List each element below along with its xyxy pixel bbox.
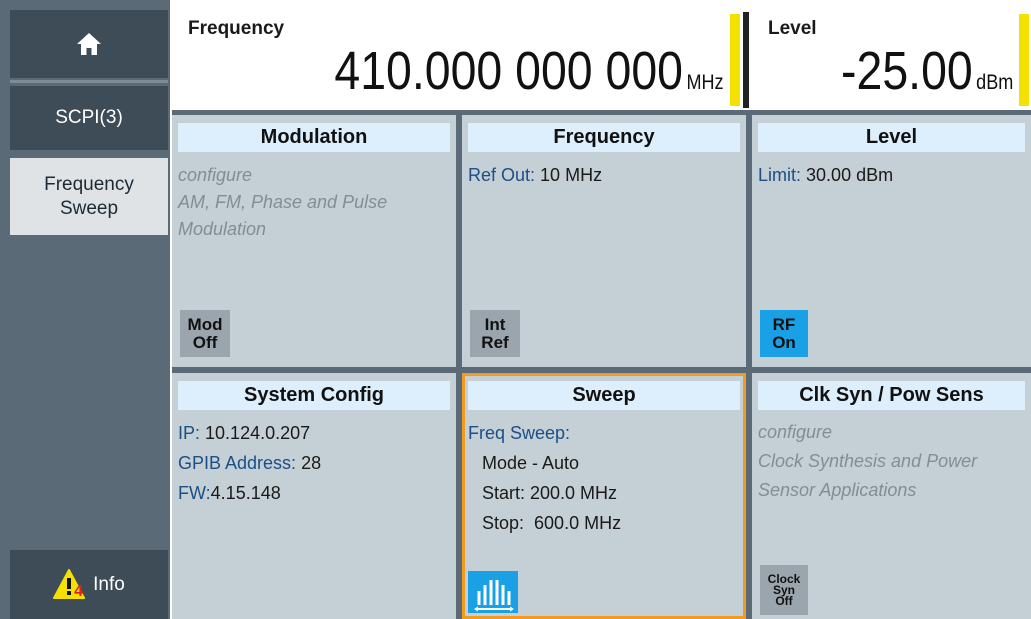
level-display-label: Level	[768, 18, 817, 39]
rf-softkey-line1: RF	[772, 314, 796, 334]
clk-syn-description-line1: Clock Synthesis and Power	[758, 451, 978, 471]
ref-out-key: Ref Out:	[468, 165, 536, 185]
sweep-mode: Mode - Auto	[482, 453, 580, 473]
sweep-icon[interactable]	[468, 571, 518, 613]
tile-modulation-title: Modulation	[178, 123, 450, 152]
rf-on-softkey[interactable]: RF On	[760, 310, 808, 357]
tile-modulation[interactable]: Modulation configure AM, FM, Phase and P…	[172, 115, 456, 367]
mod-softkey-line1: Mod	[187, 314, 223, 334]
limit-line: Limit: 30.00 dBm	[758, 162, 1025, 189]
ref-softkey-line1: Int	[484, 314, 506, 334]
frequency-value: 410.000 000 000 MHz	[335, 40, 724, 102]
fw-key: FW:	[178, 483, 211, 503]
tile-level-title: Level	[758, 123, 1025, 152]
ref-out-line: Ref Out: 10 MHz	[468, 162, 740, 189]
ref-out-value: 10 MHz	[540, 165, 603, 185]
frequency-value-number: 410.000 000 000	[334, 41, 684, 101]
scpi-label: SCPI(3)	[55, 107, 123, 128]
modulation-description-line1: AM, FM, Phase and Pulse	[178, 192, 388, 212]
tile-frequency-body: Ref Out: 10 MHz	[468, 162, 740, 189]
ip-value: 10.124.0.207	[205, 423, 311, 443]
fw-line: FW:4.15.148	[178, 478, 450, 508]
tile-sweep-body: Freq Sweep: Mode - Auto Start: 200.0 MHz…	[468, 418, 740, 538]
limit-value: 30.00 dBm	[806, 165, 894, 185]
tile-modulation-body: configure AM, FM, Phase and Pulse Modula…	[178, 162, 450, 243]
frequency-sweep-button[interactable]: Frequency Sweep	[10, 158, 168, 235]
info-count: 4	[74, 582, 84, 600]
level-display[interactable]: Level -25.00 dBm	[752, 10, 1031, 110]
frequency-sweep-label-line2: Sweep	[59, 197, 119, 219]
sweep-stop: Stop: 600.0 MHz	[482, 513, 622, 533]
sidebar: SCPI(3) Frequency Sweep 4 Info	[0, 0, 170, 619]
tile-frequency[interactable]: Frequency Ref Out: 10 MHz Int Ref	[462, 115, 746, 367]
tile-clk-syn-body: configure Clock Synthesis and Power Sens…	[758, 418, 1025, 505]
tile-sweep[interactable]: Sweep Freq Sweep: Mode - Auto Start: 200…	[462, 373, 746, 619]
display-separator	[743, 12, 749, 108]
frequency-display-label: Frequency	[188, 18, 285, 39]
tile-clk-syn-title: Clk Syn / Pow Sens	[758, 381, 1025, 410]
ip-line: IP: 10.124.0.207	[178, 418, 450, 448]
mod-off-softkey[interactable]: Mod Off	[180, 310, 230, 357]
gpib-value: 28	[301, 453, 322, 473]
frequency-sweep-label-line1: Frequency	[44, 173, 134, 195]
tile-system-config-body: IP: 10.124.0.207 GPIB Address: 28 FW:4.1…	[178, 418, 450, 508]
level-value-number: -25.00	[840, 41, 973, 101]
clk-syn-configure-text: configure	[758, 422, 833, 442]
ref-softkey-line2: Ref	[481, 332, 509, 352]
clk-syn-description-line2: Sensor Applications	[758, 480, 917, 500]
fw-value: 4.15.148	[210, 483, 281, 503]
clock-softkey-line3: Off	[775, 593, 793, 608]
modulation-description-line2: Modulation	[178, 219, 267, 239]
frequency-marker-bar	[730, 14, 740, 106]
ip-key: IP:	[178, 423, 201, 443]
level-value: -25.00 dBm	[841, 40, 1013, 102]
clock-syn-off-softkey[interactable]: Clock Syn Off	[760, 565, 808, 615]
rf-softkey-line2: On	[772, 332, 796, 352]
tile-level-body: Limit: 30.00 dBm	[758, 162, 1025, 189]
frequency-display[interactable]: Frequency 410.000 000 000 MHz	[172, 10, 740, 110]
gpib-line: GPIB Address: 28	[178, 448, 450, 478]
mod-softkey-line2: Off	[192, 332, 218, 352]
scpi-button[interactable]: SCPI(3)	[10, 86, 168, 150]
freq-sweep-key: Freq Sweep:	[468, 423, 571, 443]
frequency-unit: MHz	[686, 71, 724, 94]
info-label: Info	[93, 573, 125, 595]
sidebar-divider	[10, 80, 168, 83]
level-marker-bar	[1019, 14, 1029, 106]
home-icon	[77, 33, 101, 55]
level-unit: dBm	[975, 71, 1013, 94]
tile-clk-syn-pow-sens[interactable]: Clk Syn / Pow Sens configure Clock Synth…	[752, 373, 1031, 619]
int-ref-softkey[interactable]: Int Ref	[470, 310, 520, 357]
info-button[interactable]: 4 Info	[10, 550, 168, 619]
tile-system-config-title: System Config	[178, 381, 450, 410]
gpib-key: GPIB Address:	[178, 453, 297, 473]
modulation-configure-text: configure	[178, 165, 253, 185]
tile-frequency-title: Frequency	[468, 123, 740, 152]
tile-sweep-title: Sweep	[468, 381, 740, 410]
tile-level[interactable]: Level Limit: 30.00 dBm RF On	[752, 115, 1031, 367]
warning-icon: 4	[53, 568, 87, 601]
home-button[interactable]	[10, 10, 168, 78]
limit-key: Limit:	[758, 165, 802, 185]
tile-system-config[interactable]: System Config IP: 10.124.0.207 GPIB Addr…	[172, 373, 456, 619]
sweep-start: Start: 200.0 MHz	[482, 483, 618, 503]
